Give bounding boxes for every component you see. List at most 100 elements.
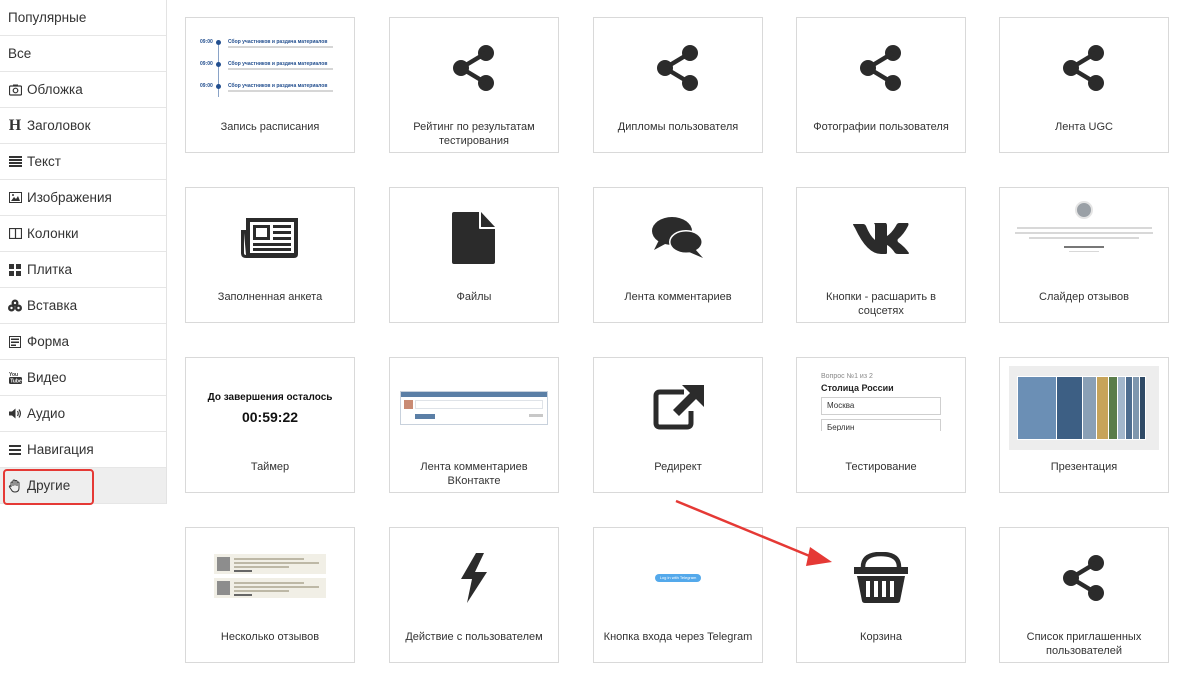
sidebar-item-1[interactable]: Популярные (0, 0, 166, 36)
sidebar-item-14[interactable]: Другие (0, 468, 166, 504)
schedule-dot (216, 40, 221, 45)
quiz-option: Москва (821, 397, 941, 415)
card-preview (390, 358, 558, 458)
block-card[interactable]: Действие с пользователем (389, 527, 559, 663)
block-card[interactable]: Лента комментариев ВКонтакте (389, 357, 559, 493)
text-lines-icon (8, 155, 22, 169)
reviews-preview (214, 554, 326, 602)
schedule-title: Сбор участников и раздача материалов (228, 61, 328, 67)
sidebar-item-11[interactable]: You Tube Видео (0, 360, 166, 396)
card-label: Список приглашенных пользователей (1026, 631, 1142, 657)
card-label: Файлы (456, 291, 492, 303)
block-card[interactable]: Рейтинг по результатам тестирования (389, 17, 559, 153)
timer-title: До завершения осталось (207, 391, 333, 403)
schedule-title: Сбор участников и раздача материалов (228, 83, 328, 89)
sidebar-item-label: Текст (27, 154, 61, 169)
block-card[interactable]: Слайдер отзывов (999, 187, 1169, 323)
block-card[interactable]: Несколько отзывов (185, 527, 355, 663)
block-card[interactable]: Заполненная анкета (185, 187, 355, 323)
share-icon (1000, 18, 1168, 118)
schedule-subline (228, 90, 333, 92)
card-label: Дипломы пользователя (617, 121, 739, 133)
camera-icon (8, 83, 22, 97)
card-label: Таймер (250, 461, 290, 473)
block-card[interactable]: Фотографии пользователя (796, 17, 966, 153)
basket-icon (797, 528, 965, 628)
block-card[interactable]: Вопрос №1 из 2 Столица России Москва Бер… (796, 357, 966, 493)
schedule-subline (228, 46, 333, 48)
share-icon (390, 18, 558, 118)
sidebar-item-label: Плитка (27, 262, 73, 277)
card-label: Запись расписания (220, 121, 320, 133)
block-card[interactable]: Презентация (999, 357, 1169, 493)
block-card[interactable]: До завершения осталось 00:59:22 Таймер (185, 357, 355, 493)
schedule-preview: 09:00 Сбор участников и раздача материал… (200, 33, 340, 103)
schedule-row: 09:00 Сбор участников и раздача материал… (200, 83, 340, 95)
sidebar-item-12[interactable]: Аудио (0, 396, 166, 432)
block-card[interactable]: Кнопки - расшарить в соцсетях (796, 187, 966, 323)
sidebar-item-label: Вставка (27, 298, 78, 313)
card-label: Кнопка входа через Telegram (603, 631, 753, 643)
card-label: Несколько отзывов (220, 631, 320, 643)
card-preview: 09:00 Сбор участников и раздача материал… (186, 18, 354, 118)
block-card[interactable]: Лента UGC (999, 17, 1169, 153)
share-icon (594, 18, 762, 118)
block-card[interactable]: Файлы (389, 187, 559, 323)
sidebar-item-5[interactable]: Текст (0, 144, 166, 180)
block-card[interactable]: Редирект (593, 357, 763, 493)
tiles-icon (8, 263, 22, 277)
sidebar-item-3[interactable]: Обложка (0, 72, 166, 108)
card-label: Фотографии пользователя (813, 121, 949, 133)
sidebar-item-8[interactable]: Плитка (0, 252, 166, 288)
newspaper-icon (186, 188, 354, 288)
sidebar-item-4[interactable]: H Заголовок (0, 108, 166, 144)
review-item (214, 578, 326, 598)
card-label: Лента комментариев (624, 291, 732, 303)
schedule-time: 09:00 (200, 61, 213, 67)
card-preview (1000, 358, 1168, 458)
svg-text:Tube: Tube (10, 379, 22, 385)
sidebar-item-label: Форма (27, 334, 70, 349)
sidebar-item-label: Популярные (8, 10, 87, 25)
external-link-icon (594, 358, 762, 458)
block-card[interactable]: Список приглашенных пользователей (999, 527, 1169, 663)
sidebar-item-13[interactable]: Навигация (0, 432, 166, 468)
card-label: Тестирование (845, 461, 917, 473)
sidebar-item-2[interactable]: Все (0, 36, 166, 72)
telegram-login-button: Log in with Telegram (655, 574, 701, 582)
block-card[interactable]: Дипломы пользователя (593, 17, 763, 153)
sidebar-item-label: Колонки (27, 226, 79, 241)
card-label: Лента комментариев ВКонтакте (420, 461, 528, 487)
sidebar-item-10[interactable]: Форма (0, 324, 166, 360)
block-card[interactable]: 09:00 Сбор участников и раздача материал… (185, 17, 355, 153)
file-icon (390, 188, 558, 288)
schedule-title: Сбор участников и раздача материалов (228, 39, 328, 45)
card-preview (1000, 188, 1168, 288)
sidebar-item-label: Обложка (27, 82, 83, 97)
block-card[interactable]: Log in with Telegram Кнопка входа через … (593, 527, 763, 663)
card-label: Лента UGC (1055, 121, 1113, 133)
quiz-counter: Вопрос №1 из 2 (821, 373, 873, 380)
sidebar-item-6[interactable]: Изображения (0, 180, 166, 216)
sidebar: Популярные Все Обложка H Заголовок Текст Изобр… (0, 0, 167, 504)
card-label: Корзина (860, 631, 902, 643)
sidebar-item-label: Все (8, 46, 32, 61)
schedule-row: 09:00 Сбор участников и раздача материал… (200, 39, 340, 51)
sidebar-item-9[interactable]: Вставка (0, 288, 166, 324)
sidebar-item-label: Заголовок (27, 118, 91, 133)
sidebar-item-label: Изображения (27, 190, 112, 205)
sidebar-item-7[interactable]: Колонки (0, 216, 166, 252)
card-label: Презентация (1050, 461, 1118, 473)
speaker-icon (8, 407, 22, 421)
columns-icon (8, 227, 22, 241)
block-card[interactable]: Корзина (796, 527, 966, 663)
card-label: Заполненная анкета (217, 291, 323, 303)
heading-icon: H (8, 116, 22, 134)
block-card[interactable]: Лента комментариев (593, 187, 763, 323)
image-icon (8, 191, 22, 205)
hand-icon (8, 478, 22, 493)
sidebar-item-label: Навигация (27, 442, 94, 457)
card-preview: Вопрос №1 из 2 Столица России Москва Бер… (797, 358, 965, 458)
card-preview: До завершения осталось 00:59:22 (186, 358, 354, 458)
card-label: Рейтинг по результатам тестирования (413, 121, 535, 147)
